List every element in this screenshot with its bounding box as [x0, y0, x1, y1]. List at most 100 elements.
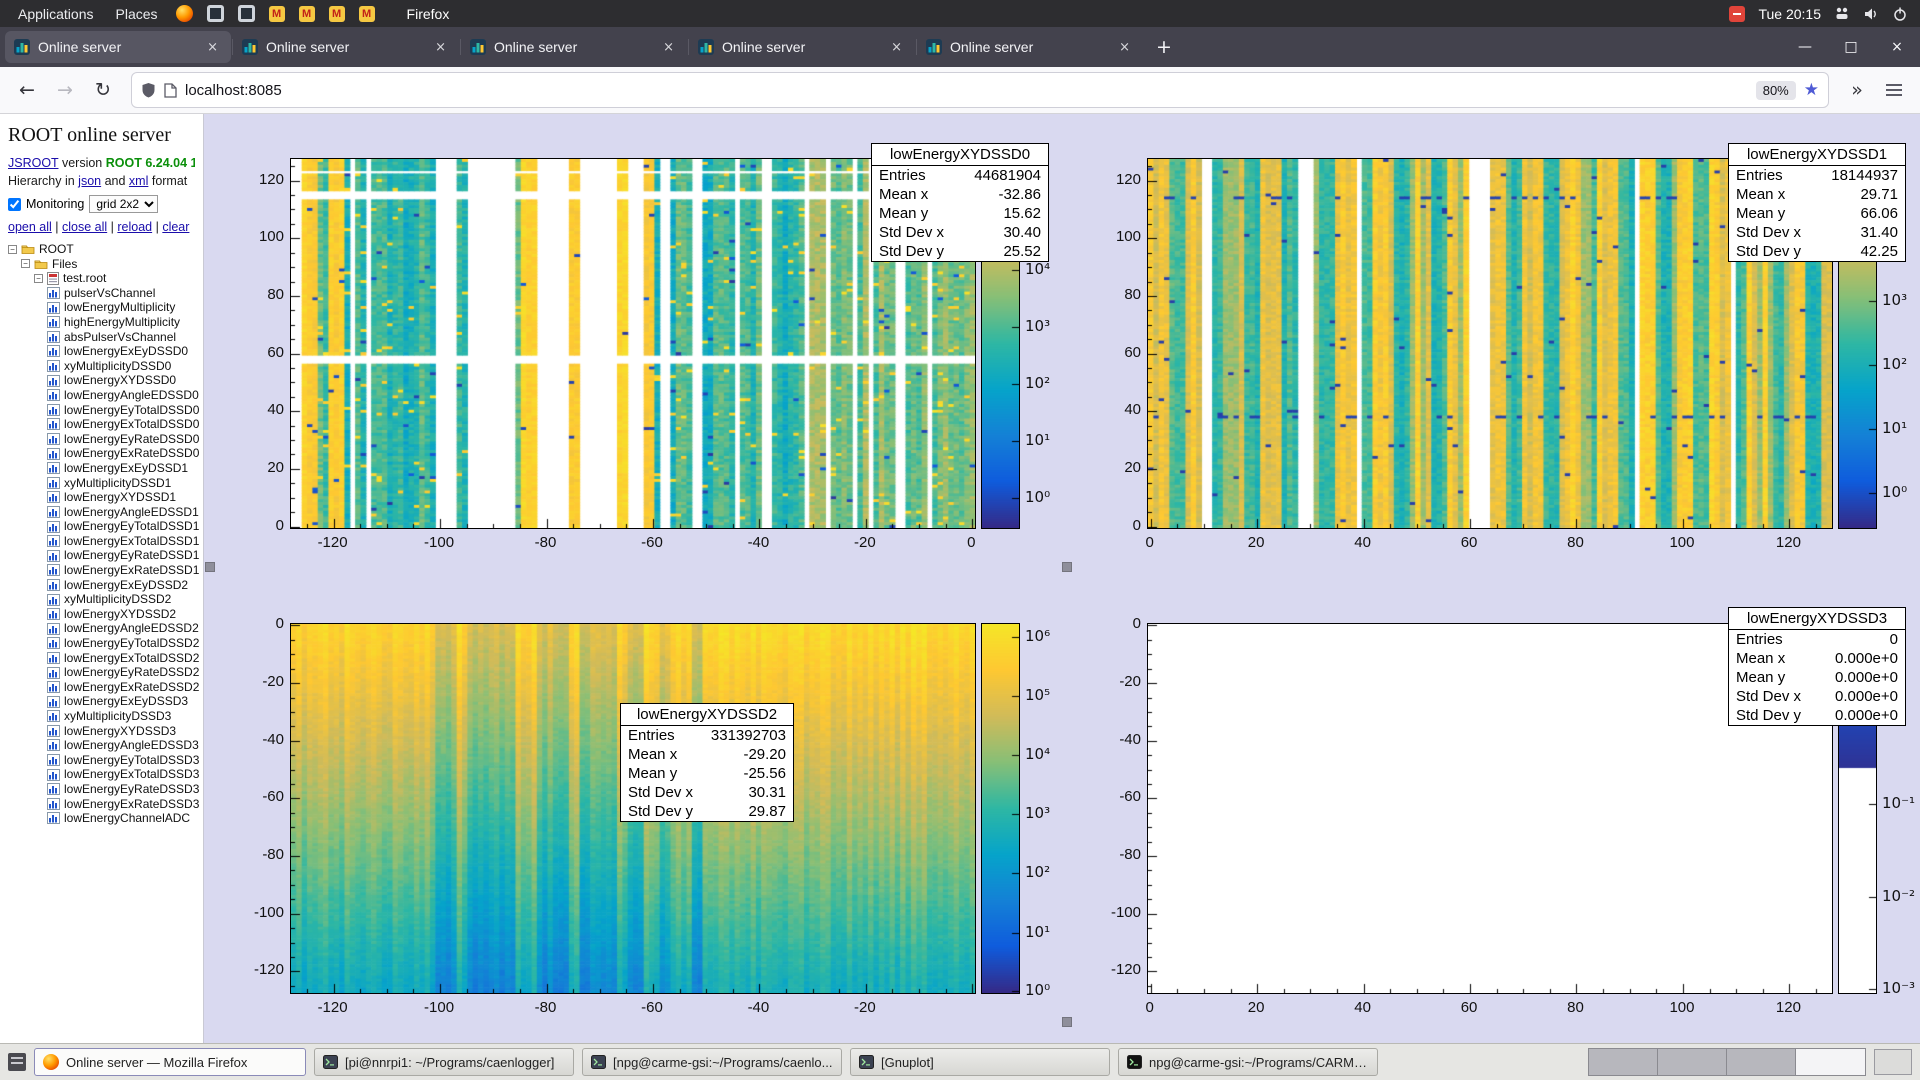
task-button[interactable]: Online server — Mozilla Firefox — [34, 1048, 306, 1076]
places-menu[interactable]: Places — [112, 4, 162, 24]
sidebar-link-clear[interactable]: clear — [162, 220, 189, 234]
mathematica-launcher-icon[interactable]: M — [299, 6, 315, 22]
stats-box[interactable]: lowEnergyXYDSSD0Entries44681904Mean x-32… — [871, 143, 1049, 262]
tree-item-label[interactable]: lowEnergyExRateDSSD0 — [64, 446, 199, 461]
firefox-launcher-icon[interactable] — [176, 5, 193, 22]
stats-box[interactable]: lowEnergyXYDSSD3Entries0Mean x0.000e+0Me… — [1728, 607, 1906, 726]
grid-resize-handle[interactable] — [1062, 1017, 1072, 1027]
tree-item-label[interactable]: lowEnergyExEyDSSD3 — [64, 694, 188, 709]
palette-canvas[interactable] — [982, 624, 1019, 993]
tree-item-label[interactable]: lowEnergyEyTotalDSSD2 — [64, 636, 199, 651]
tree-item-label[interactable]: lowEnergyExTotalDSSD2 — [64, 651, 199, 666]
tree-item-label[interactable]: highEnergyMultiplicity — [64, 315, 180, 330]
tree-item-label[interactable]: lowEnergyEyRateDSSD3 — [64, 782, 199, 797]
task-button[interactable]: npg@carme-gsi:~/Programs/CARME... — [1118, 1048, 1378, 1076]
maximize-button[interactable]: □ — [1828, 27, 1874, 67]
json-link[interactable]: json — [78, 174, 101, 188]
volume-icon[interactable] — [1863, 6, 1879, 22]
tree-item[interactable]: xyMultiplicityDSSD2 — [6, 592, 197, 607]
tab-online-server[interactable]: Online server× — [5, 31, 231, 63]
tree-item[interactable]: absPulserVsChannel — [6, 330, 197, 345]
workspace-cell[interactable] — [1796, 1049, 1865, 1075]
tree-item-label[interactable]: lowEnergyMultiplicity — [64, 300, 175, 315]
tree-item-label[interactable]: lowEnergyEyRateDSSD0 — [64, 432, 199, 447]
tree-item[interactable]: lowEnergyEyTotalDSSD0 — [6, 403, 197, 418]
page-info-icon[interactable] — [164, 83, 177, 98]
tree-item-label[interactable]: lowEnergyExTotalDSSD1 — [64, 534, 199, 549]
mathematica-launcher-icon[interactable]: M — [269, 6, 285, 22]
sidebar-link-open-all[interactable]: open all — [8, 220, 52, 234]
overflow-chevrons-icon[interactable]: » — [1840, 74, 1874, 106]
tree-item[interactable]: lowEnergyExRateDSSD3 — [6, 797, 197, 812]
tree-item[interactable]: − Files — [6, 257, 197, 272]
tree-item-label[interactable]: lowEnergyXYDSSD3 — [64, 724, 176, 739]
tab-close-icon[interactable]: × — [887, 39, 906, 56]
tab-online-server[interactable]: Online server× — [917, 31, 1143, 63]
tree-item-label[interactable]: lowEnergyExEyDSSD0 — [64, 344, 188, 359]
sidebar-link-close-all[interactable]: close all — [62, 220, 107, 234]
stats-box[interactable]: lowEnergyXYDSSD1Entries18144937Mean x29.… — [1728, 143, 1906, 262]
tree-item-label[interactable]: lowEnergyChannelADC — [64, 811, 190, 826]
grid-select[interactable]: grid 2x2 — [89, 195, 158, 213]
tree-item-label[interactable]: lowEnergyEyRateDSSD1 — [64, 548, 199, 563]
tree-item[interactable]: lowEnergyXYDSSD2 — [6, 607, 197, 622]
xml-link[interactable]: xml — [129, 174, 148, 188]
tab-online-server[interactable]: Online server× — [461, 31, 687, 63]
tree-item-label[interactable]: lowEnergyExTotalDSSD3 — [64, 767, 199, 782]
tray-applet[interactable] — [1874, 1049, 1912, 1075]
tab-close-icon[interactable]: × — [431, 39, 450, 56]
tab-online-server[interactable]: Online server× — [233, 31, 459, 63]
tree-item-label[interactable]: lowEnergyExRateDSSD1 — [64, 563, 199, 578]
tree-item[interactable]: lowEnergyExTotalDSSD0 — [6, 417, 197, 432]
applications-menu[interactable]: Applications — [14, 4, 98, 24]
tree-item[interactable]: lowEnergyEyRateDSSD3 — [6, 782, 197, 797]
tab-close-icon[interactable]: × — [1115, 39, 1134, 56]
menu-hamburger-icon[interactable] — [1886, 84, 1902, 96]
tree-item[interactable]: lowEnergyXYDSSD1 — [6, 490, 197, 505]
tree-item[interactable]: lowEnergyAngleEDSSD1 — [6, 505, 197, 520]
tree-item[interactable]: lowEnergyAngleEDSSD0 — [6, 388, 197, 403]
tree-item[interactable]: lowEnergyExEyDSSD0 — [6, 344, 197, 359]
tree-item[interactable]: lowEnergyExEyDSSD2 — [6, 578, 197, 593]
tree-item[interactable]: lowEnergyChannelADC — [6, 811, 197, 826]
tree-item-label[interactable]: pulserVsChannel — [64, 286, 155, 301]
mathematica-launcher-icon[interactable]: M — [329, 6, 345, 22]
tree-item[interactable]: −test.root — [6, 271, 197, 286]
tree-item[interactable]: lowEnergyExRateDSSD0 — [6, 446, 197, 461]
tree-item[interactable]: lowEnergyAngleEDSSD3 — [6, 738, 197, 753]
tree-item-label[interactable]: lowEnergyAngleEDSSD0 — [64, 388, 199, 403]
new-tab-button[interactable]: + — [1144, 27, 1184, 67]
tree-item-label[interactable]: xyMultiplicityDSSD1 — [64, 476, 171, 491]
tree-item-label[interactable]: Files — [52, 257, 77, 272]
tree-item[interactable]: pulserVsChannel — [6, 286, 197, 301]
tree-item[interactable]: lowEnergyEyRateDSSD0 — [6, 432, 197, 447]
tree-item[interactable]: lowEnergyEyTotalDSSD3 — [6, 753, 197, 768]
tree-item[interactable]: lowEnergyEyTotalDSSD2 — [6, 636, 197, 651]
jsroot-link[interactable]: JSROOT — [8, 156, 58, 170]
tab-close-icon[interactable]: × — [659, 39, 678, 56]
workspace-cell[interactable] — [1589, 1049, 1658, 1075]
tree-item[interactable]: lowEnergyExTotalDSSD3 — [6, 767, 197, 782]
tree-item-label[interactable]: lowEnergyEyTotalDSSD0 — [64, 403, 199, 418]
tree-expander-icon[interactable]: − — [21, 259, 30, 268]
task-button[interactable]: [Gnuplot] — [850, 1048, 1110, 1076]
tree-item-label[interactable]: xyMultiplicityDSSD2 — [64, 592, 171, 607]
tree-item-label[interactable]: lowEnergyEyRateDSSD2 — [64, 665, 199, 680]
forward-button[interactable]: → — [48, 74, 82, 106]
tree-item-label[interactable]: lowEnergyExEyDSSD1 — [64, 461, 188, 476]
terminal-launcher-icon[interactable] — [238, 5, 255, 22]
tree-item[interactable]: lowEnergyMultiplicity — [6, 300, 197, 315]
task-button[interactable]: [pi@nnrpi1: ~/Programs/caenlogger] — [314, 1048, 574, 1076]
tree-item[interactable]: lowEnergyExTotalDSSD2 — [6, 651, 197, 666]
clock[interactable]: Tue 20:15 — [1758, 6, 1821, 22]
tree-expander-icon[interactable]: − — [34, 274, 43, 283]
palette-bar[interactable] — [981, 623, 1020, 994]
grid-resize-handle[interactable] — [1062, 562, 1072, 572]
monitoring-checkbox[interactable] — [8, 198, 21, 211]
tree-item[interactable]: lowEnergyAngleEDSSD2 — [6, 621, 197, 636]
sidebar-link-reload[interactable]: reload — [117, 220, 152, 234]
accessibility-icon[interactable] — [1834, 6, 1850, 22]
tree-item[interactable]: lowEnergyEyTotalDSSD1 — [6, 519, 197, 534]
tree-item-label[interactable]: lowEnergyExEyDSSD2 — [64, 578, 188, 593]
tree-item-label[interactable]: lowEnergyAngleEDSSD2 — [64, 621, 199, 636]
